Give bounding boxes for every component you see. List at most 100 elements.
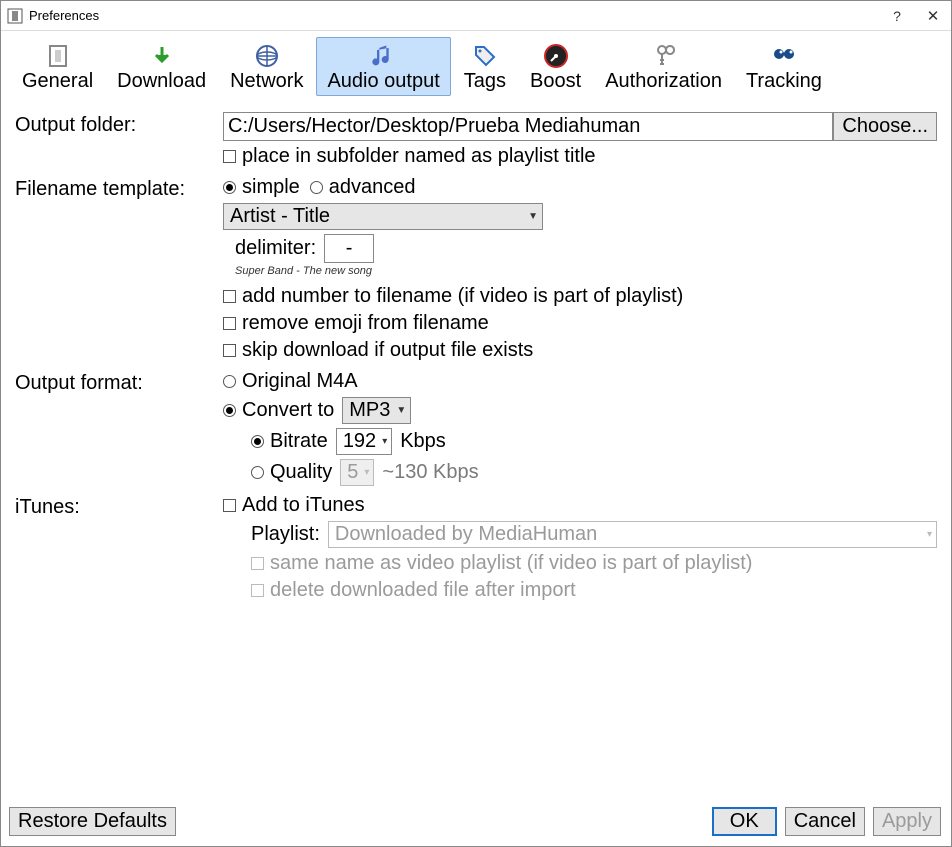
authorization-icon <box>650 42 678 70</box>
radio-icon <box>310 181 323 194</box>
quality-hint: ~130 Kbps <box>382 461 478 484</box>
delete-after-checkbox: delete downloaded file after import <box>251 579 576 602</box>
convert-to-label: Convert to <box>242 399 334 422</box>
tab-audio-output[interactable]: Audio output <box>316 37 450 96</box>
cancel-button[interactable]: Cancel <box>785 807 865 836</box>
close-button[interactable]: ✕ <box>915 7 951 25</box>
playlist-label: Playlist: <box>251 523 320 546</box>
add-to-itunes-label: Add to iTunes <box>242 494 365 517</box>
general-icon <box>44 42 72 70</box>
radio-icon <box>223 181 236 194</box>
bitrate-label: Bitrate <box>270 430 328 453</box>
delimiter-input[interactable] <box>324 234 374 263</box>
advanced-radio[interactable]: advanced <box>310 176 416 199</box>
filename-template-label: Filename template: <box>15 176 223 201</box>
tab-download-label: Download <box>117 70 206 93</box>
remove-emoji-label: remove emoji from filename <box>242 312 489 335</box>
chevron-down-icon: ▾ <box>927 529 932 540</box>
boost-icon <box>542 42 570 70</box>
checkbox-icon <box>251 557 264 570</box>
chevron-down-icon: ▼ <box>396 405 406 416</box>
tab-general[interactable]: General <box>11 37 104 96</box>
format-combo-value: MP3 <box>349 399 390 422</box>
same-name-label: same name as video playlist (if video is… <box>270 552 752 575</box>
subfolder-checkbox[interactable]: place in subfolder named as playlist tit… <box>223 145 596 168</box>
radio-icon <box>223 404 236 417</box>
playlist-value: Downloaded by MediaHuman <box>335 523 597 546</box>
delimiter-label: delimiter: <box>235 237 316 260</box>
help-button[interactable]: ? <box>879 8 915 24</box>
format-combo[interactable]: MP3 ▼ <box>342 397 411 424</box>
simple-radio[interactable]: simple <box>223 176 300 199</box>
chevron-down-icon: ▾ <box>382 436 387 447</box>
tab-tags[interactable]: Tags <box>453 37 517 96</box>
quality-label: Quality <box>270 461 332 484</box>
radio-icon <box>251 435 264 448</box>
checkbox-icon <box>223 290 236 303</box>
app-icon <box>7 8 23 24</box>
itunes-label: iTunes: <box>15 494 223 519</box>
advanced-radio-label: advanced <box>329 176 416 199</box>
tab-boost[interactable]: Boost <box>519 37 592 96</box>
tab-network-label: Network <box>230 70 303 93</box>
tags-icon <box>471 42 499 70</box>
output-format-label: Output format: <box>15 370 223 395</box>
download-icon <box>148 42 176 70</box>
footer: Restore Defaults OK Cancel Apply <box>1 801 951 846</box>
checkbox-icon <box>251 584 264 597</box>
ok-button[interactable]: OK <box>712 807 777 836</box>
bitrate-radio[interactable]: Bitrate <box>251 430 328 453</box>
original-m4a-label: Original M4A <box>242 370 358 393</box>
output-folder-label: Output folder: <box>15 112 223 137</box>
tab-audio-output-label: Audio output <box>327 70 439 93</box>
original-m4a-radio[interactable]: Original M4A <box>223 370 358 393</box>
quality-radio[interactable]: Quality <box>251 461 332 484</box>
bitrate-unit: Kbps <box>400 430 446 453</box>
template-combo-value: Artist - Title <box>230 205 330 228</box>
checkbox-icon <box>223 344 236 357</box>
output-folder-input[interactable] <box>223 112 833 141</box>
remove-emoji-checkbox[interactable]: remove emoji from filename <box>223 312 489 335</box>
add-number-checkbox[interactable]: add number to filename (if video is part… <box>223 285 683 308</box>
titlebar: Preferences ? ✕ <box>1 1 951 31</box>
add-to-itunes-checkbox[interactable]: Add to iTunes <box>223 494 365 517</box>
quality-combo: 5 ▾ <box>340 459 374 486</box>
network-icon <box>253 42 281 70</box>
radio-icon <box>223 375 236 388</box>
add-number-label: add number to filename (if video is part… <box>242 285 683 308</box>
apply-button[interactable]: Apply <box>873 807 941 836</box>
tab-authorization-label: Authorization <box>605 70 722 93</box>
simple-radio-label: simple <box>242 176 300 199</box>
delete-after-label: delete downloaded file after import <box>270 579 576 602</box>
convert-to-radio[interactable]: Convert to <box>223 399 334 422</box>
checkbox-icon <box>223 150 236 163</box>
tab-boost-label: Boost <box>530 70 581 93</box>
bitrate-combo[interactable]: 192 ▾ <box>336 428 392 455</box>
chevron-down-icon: ▼ <box>528 211 538 222</box>
template-example: Super Band - The new song <box>223 265 937 277</box>
quality-value: 5 <box>347 461 358 484</box>
checkbox-icon <box>223 317 236 330</box>
tab-toolbar: General Download Network Audio output Ta… <box>1 31 951 96</box>
checkbox-icon <box>223 499 236 512</box>
window-title: Preferences <box>29 8 879 23</box>
tab-authorization[interactable]: Authorization <box>594 37 733 96</box>
tab-tracking[interactable]: Tracking <box>735 37 833 96</box>
same-name-checkbox: same name as video playlist (if video is… <box>251 552 752 575</box>
content-area: Output folder: Choose... place in subfol… <box>1 96 951 801</box>
tab-tags-label: Tags <box>464 70 506 93</box>
playlist-combo: Downloaded by MediaHuman ▾ <box>328 521 937 548</box>
tab-general-label: General <box>22 70 93 93</box>
tab-download[interactable]: Download <box>106 37 217 96</box>
restore-defaults-button[interactable]: Restore Defaults <box>9 807 176 836</box>
radio-icon <box>251 466 264 479</box>
chevron-down-icon: ▾ <box>364 467 369 478</box>
choose-button[interactable]: Choose... <box>833 112 937 141</box>
audio-output-icon <box>370 42 398 70</box>
bitrate-value: 192 <box>343 430 376 453</box>
skip-download-label: skip download if output file exists <box>242 339 533 362</box>
tab-network[interactable]: Network <box>219 37 314 96</box>
template-combo[interactable]: Artist - Title ▼ <box>223 203 543 230</box>
skip-download-checkbox[interactable]: skip download if output file exists <box>223 339 533 362</box>
subfolder-checkbox-label: place in subfolder named as playlist tit… <box>242 145 596 168</box>
